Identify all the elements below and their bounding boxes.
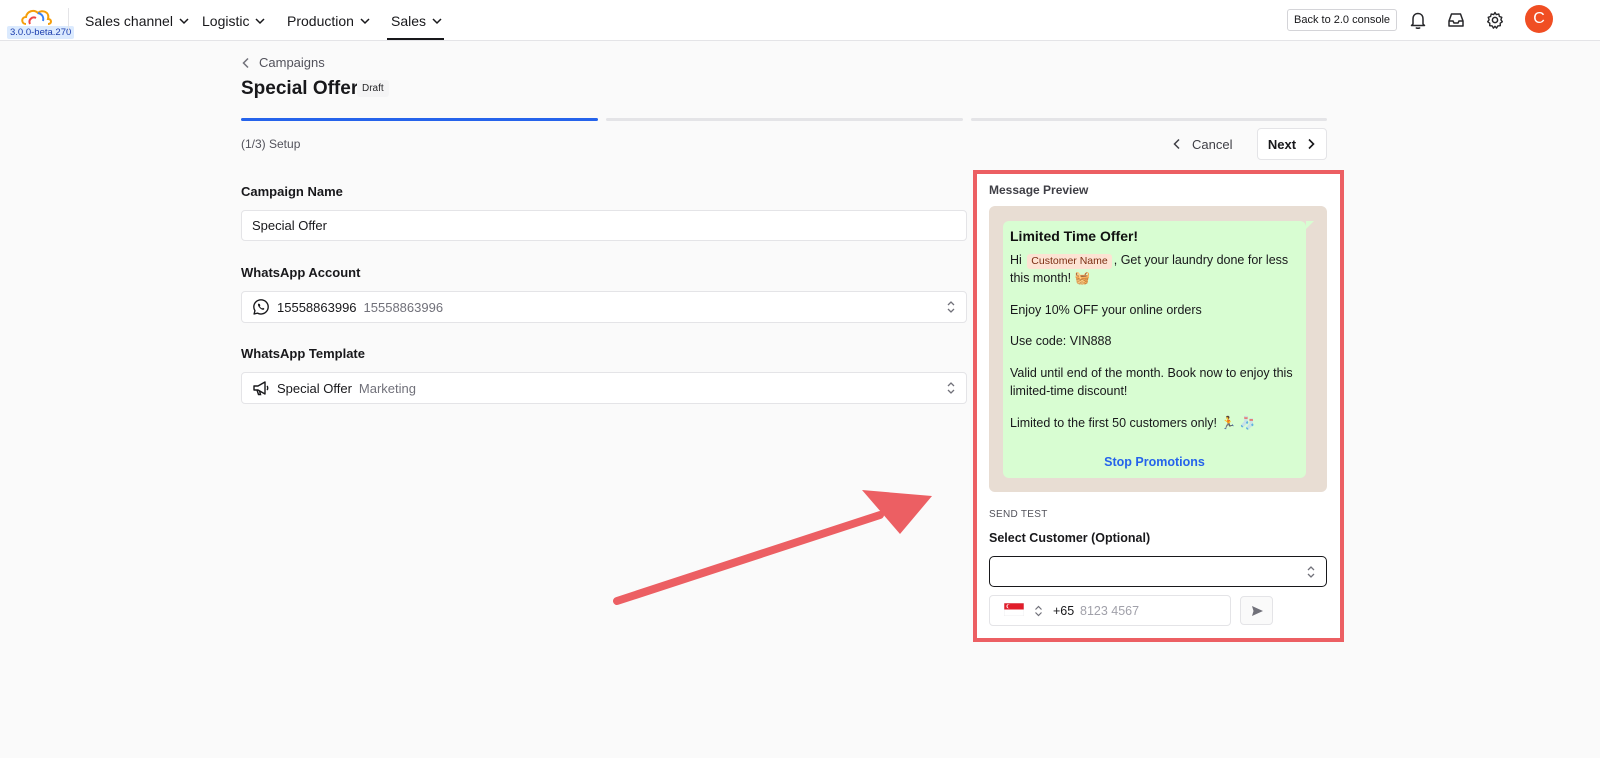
next-button[interactable]: Next bbox=[1257, 128, 1327, 160]
megaphone-icon bbox=[253, 381, 269, 396]
whatsapp-template-label: WhatsApp Template bbox=[241, 346, 365, 361]
greeting: Hi bbox=[1010, 253, 1022, 267]
chevron-down-icon bbox=[360, 17, 370, 24]
nav-label: Logistic bbox=[202, 12, 250, 29]
chevron-down-icon bbox=[179, 17, 189, 24]
whatsapp-icon bbox=[253, 299, 269, 315]
divider bbox=[68, 8, 69, 33]
chevron-up-down-icon bbox=[947, 301, 955, 313]
next-label: Next bbox=[1267, 136, 1297, 152]
step-bar-2 bbox=[606, 118, 963, 121]
whatsapp-account-label: WhatsApp Account bbox=[241, 265, 361, 280]
status-badge: Draft bbox=[357, 80, 389, 97]
version-badge: 3.0.0-beta.270 bbox=[7, 26, 75, 39]
bell-icon[interactable] bbox=[1408, 10, 1428, 30]
send-icon bbox=[1252, 606, 1263, 616]
message-bubble-tail bbox=[1306, 221, 1314, 229]
nav-label: Sales bbox=[391, 12, 427, 29]
nav-logistic[interactable]: Logistic bbox=[202, 0, 265, 41]
select-customer-label: Select Customer (Optional) bbox=[989, 531, 1151, 545]
message-line-1b: this month! 🧺 bbox=[1010, 271, 1091, 285]
send-test-button[interactable] bbox=[1240, 596, 1273, 625]
step-label: (1/3) Setup bbox=[241, 137, 301, 151]
chevron-down-icon bbox=[432, 17, 442, 24]
message-preview-label: Message Preview bbox=[989, 183, 1089, 197]
message-line-4a: Valid until end of the month. Book now t… bbox=[1010, 366, 1293, 380]
inbox-icon[interactable] bbox=[1446, 10, 1466, 30]
message-line-3: Use code: VIN888 bbox=[1010, 334, 1112, 348]
cancel-button[interactable]: Cancel bbox=[1172, 130, 1232, 158]
back-to-console-button[interactable]: Back to 2.0 console bbox=[1287, 9, 1398, 31]
nav-sales[interactable]: Sales bbox=[391, 0, 442, 41]
breadcrumb[interactable]: Campaigns bbox=[241, 55, 325, 70]
nav-production[interactable]: Production bbox=[287, 0, 370, 41]
template-name: Special Offer bbox=[277, 380, 352, 396]
whatsapp-template-select[interactable]: Special Offer Marketing bbox=[241, 372, 967, 404]
account-number: 15558863996 bbox=[363, 299, 444, 315]
nav-label: Sales channel bbox=[85, 12, 173, 29]
campaign-name-value: Special Offer bbox=[252, 218, 327, 233]
message-title: Limited Time Offer! bbox=[1010, 228, 1139, 244]
logo-icon[interactable] bbox=[20, 8, 54, 26]
customer-select[interactable] bbox=[989, 556, 1327, 587]
breadcrumb-campaigns[interactable]: Campaigns bbox=[259, 55, 325, 70]
customer-name-variable: Customer Name bbox=[1027, 254, 1112, 269]
whatsapp-account-select[interactable]: 15558863996 15558863996 bbox=[241, 291, 967, 323]
cancel-label: Cancel bbox=[1192, 136, 1233, 152]
message-text: , Get your laundry done for less bbox=[1113, 253, 1289, 267]
send-test-heading: SEND TEST bbox=[989, 509, 1048, 520]
chevron-down-icon bbox=[255, 17, 265, 24]
top-navbar: 3.0.0-beta.270 Sales channel Logistic Pr… bbox=[0, 0, 1600, 41]
chevron-up-down-icon[interactable] bbox=[1034, 605, 1043, 617]
message-line-2: Enjoy 10% OFF your online orders bbox=[1010, 303, 1202, 317]
phone-number-input[interactable] bbox=[1080, 600, 1225, 622]
nav-active-indicator bbox=[387, 38, 444, 40]
nav-sales-channel[interactable]: Sales channel bbox=[85, 0, 189, 41]
template-category: Marketing bbox=[358, 380, 416, 396]
step-bar-3 bbox=[971, 118, 1327, 121]
chevron-up-down-icon bbox=[1307, 566, 1315, 578]
user-avatar[interactable]: C bbox=[1525, 5, 1553, 33]
phone-field[interactable]: +65 bbox=[989, 595, 1231, 626]
nav-label: Production bbox=[287, 12, 354, 29]
country-code: +65 bbox=[1053, 604, 1075, 618]
chevron-up-down-icon bbox=[947, 382, 955, 394]
campaign-name-input[interactable]: Special Offer bbox=[241, 210, 967, 241]
singapore-flag-icon[interactable] bbox=[1004, 603, 1024, 616]
gear-icon[interactable] bbox=[1485, 10, 1505, 30]
stop-promotions-link[interactable]: Stop Promotions bbox=[1003, 455, 1306, 469]
step-bar-1-active bbox=[241, 118, 598, 121]
campaign-name-label: Campaign Name bbox=[241, 184, 343, 199]
message-line-1: Hi Customer Name, Get your laundry done … bbox=[1010, 251, 1288, 269]
chevron-left-icon bbox=[1173, 138, 1180, 150]
page-title: Special Offer bbox=[241, 78, 359, 99]
chevron-right-icon bbox=[1308, 138, 1315, 150]
message-line-4b: limited-time discount! bbox=[1010, 384, 1128, 398]
message-line-5: Limited to the first 50 customers only! … bbox=[1010, 416, 1256, 430]
account-name: 15558863996 bbox=[277, 299, 357, 315]
chevron-left-icon bbox=[242, 57, 249, 68]
